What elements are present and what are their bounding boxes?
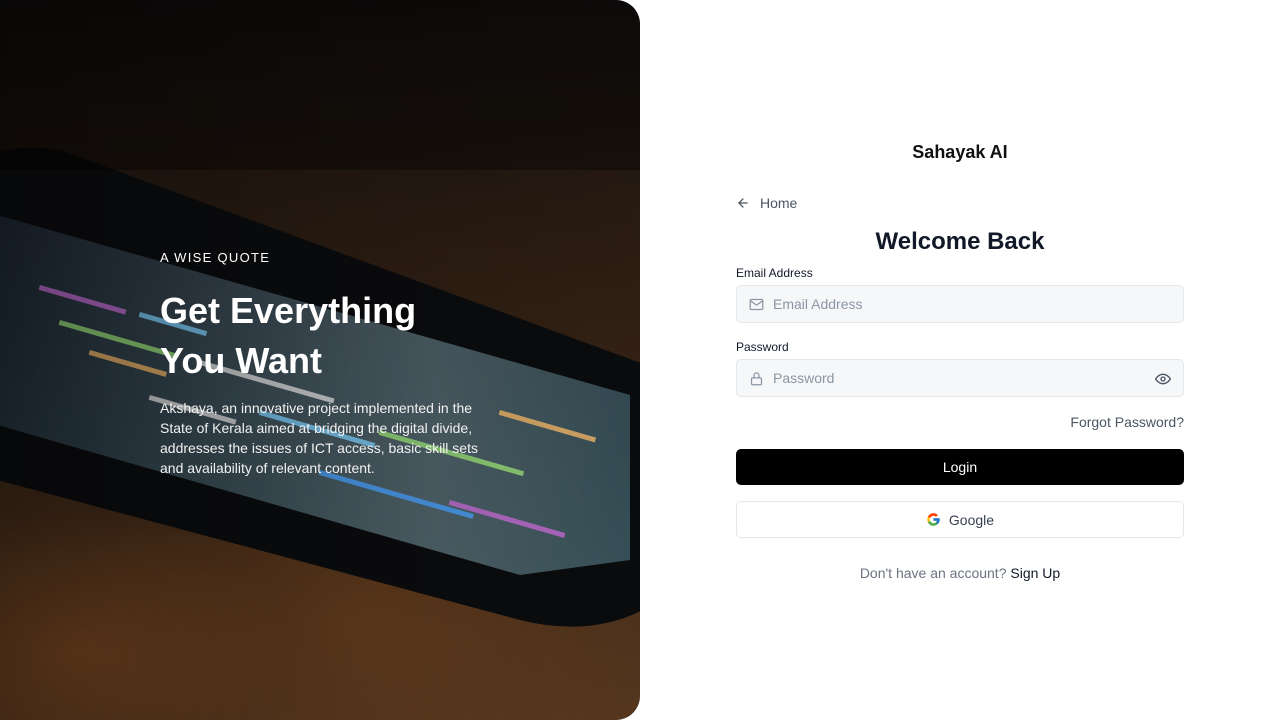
hero-title: Get Everything You Want <box>160 290 417 381</box>
signup-row: Don't have an account? Sign Up <box>736 564 1184 582</box>
lock-icon <box>750 372 763 386</box>
login-button[interactable]: Login <box>736 449 1184 485</box>
mail-icon <box>749 298 764 311</box>
signup-prompt: Don't have an account? <box>859 565 1007 581</box>
eye-icon[interactable] <box>1155 371 1171 387</box>
email-field-wrapper <box>736 285 1184 323</box>
email-field[interactable] <box>737 286 1183 322</box>
email-label: Email Address <box>736 266 813 280</box>
google-icon <box>927 513 940 526</box>
home-link[interactable]: Home <box>736 191 816 215</box>
arrow-left-icon <box>738 198 748 208</box>
forgot-password-link[interactable]: Forgot Password? <box>1070 414 1184 430</box>
password-field[interactable] <box>737 360 1183 396</box>
hero-panel: A WISE QUOTE Get Everything You Want Aks… <box>0 0 640 720</box>
login-button-label: Login <box>942 459 978 475</box>
home-link-label: Home <box>760 195 798 211</box>
hero-description: Akshaya, an innovative project implement… <box>160 400 478 476</box>
login-panel: Sahayak AI Home Welcome Back Email Addre… <box>736 140 1184 582</box>
hero-eyebrow: A WISE QUOTE <box>160 250 271 265</box>
password-field-wrapper <box>736 359 1184 397</box>
password-label: Password <box>736 340 789 354</box>
hero-content: A WISE QUOTE Get Everything You Want Aks… <box>160 250 490 478</box>
google-signin-button[interactable]: Google <box>736 501 1184 538</box>
signup-link[interactable]: Sign Up <box>1010 565 1060 581</box>
brand-name: Sahayak AI <box>912 142 1008 162</box>
forgot-password-row: Forgot Password? <box>736 413 1184 431</box>
welcome-heading: Welcome Back <box>875 228 1045 255</box>
google-button-label: Google <box>948 511 995 528</box>
